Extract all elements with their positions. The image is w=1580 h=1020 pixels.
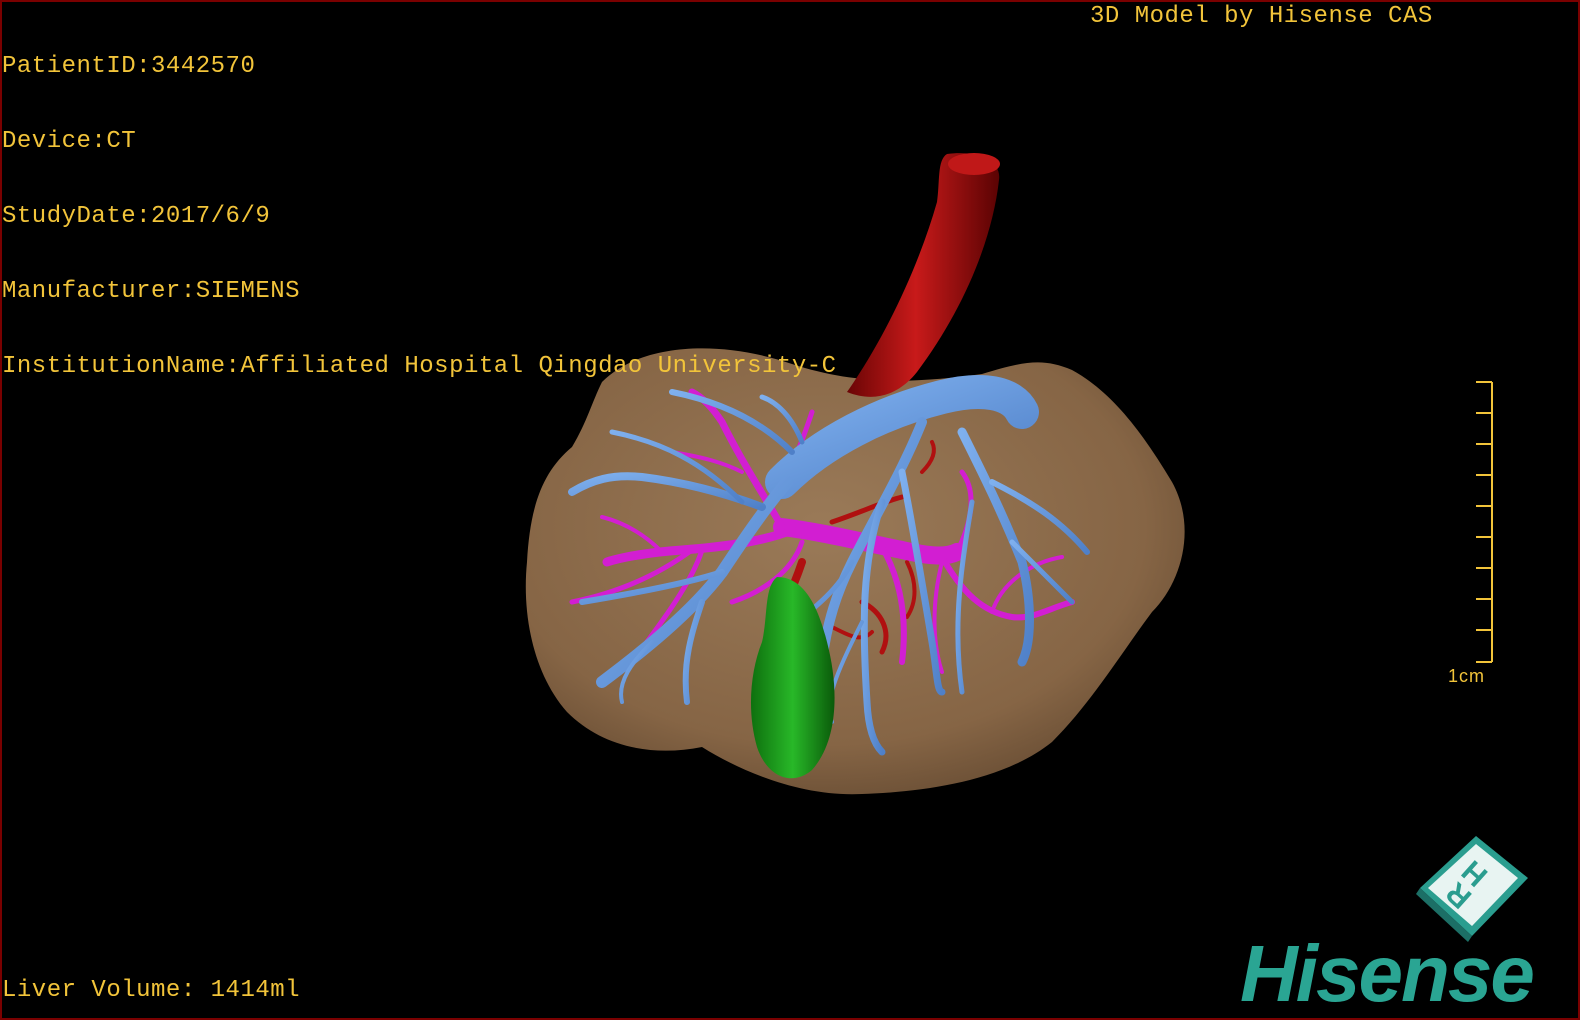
scale-bar: [1476, 381, 1493, 663]
inferior-vena-cava: [847, 153, 1000, 397]
orientation-cube-icon[interactable]: H R: [1414, 832, 1534, 942]
3d-viewport[interactable]: PatientID:3442570 Device:CT StudyDate:20…: [0, 0, 1580, 1020]
device-label: Device:CT: [2, 128, 137, 155]
model-credit-label: 3D Model by Hisense CAS: [1090, 3, 1433, 30]
scale-bar-label: 1cm: [1448, 666, 1486, 686]
dicom-info-overlay: PatientID:3442570 Device:CT StudyDate:20…: [2, 4, 837, 429]
patient-id-label: PatientID:3442570: [2, 53, 256, 80]
institution-name-label: InstitutionName:Affiliated Hospital Qing…: [2, 353, 837, 380]
hisense-logo: Hisense: [1240, 929, 1535, 1018]
liver-volume-label: Liver Volume: 1414ml: [2, 977, 301, 1004]
study-date-label: StudyDate:2017/6/9: [2, 203, 271, 230]
vena-cava-opening: [948, 153, 1000, 175]
manufacturer-label: Manufacturer:SIEMENS: [2, 278, 301, 305]
